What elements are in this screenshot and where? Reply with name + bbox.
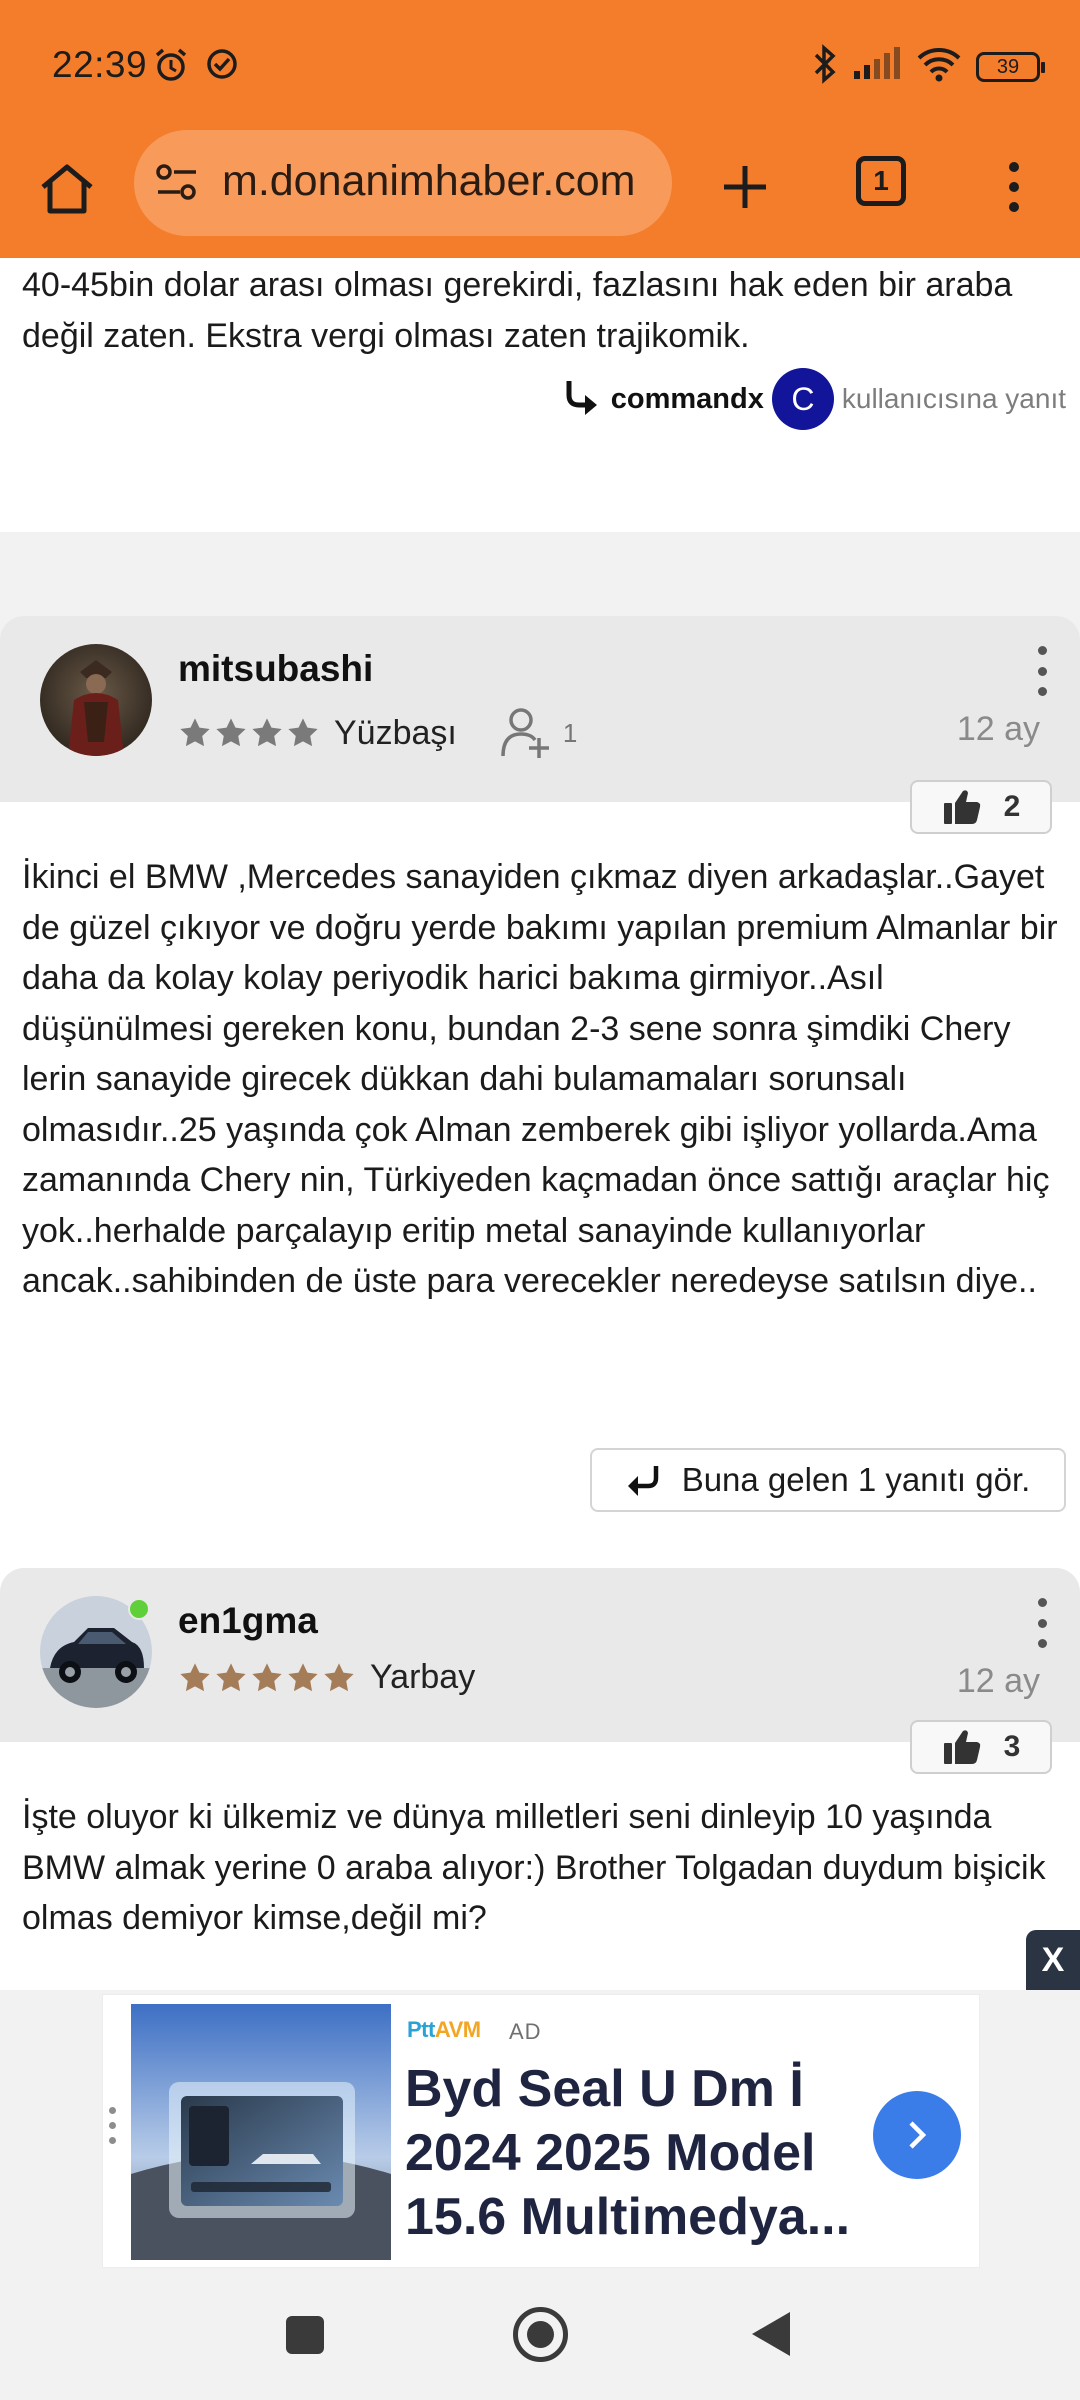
prev-post: 40-45bin dolar arası olması gerekirdi, f… xyxy=(0,258,1080,532)
user-rank: Yüzbaşı xyxy=(334,713,457,752)
ad-close-button[interactable]: X xyxy=(1026,1930,1080,1990)
post-more-button[interactable] xyxy=(1030,646,1054,696)
online-indicator xyxy=(128,1598,150,1620)
post-more-button[interactable] xyxy=(1030,1598,1054,1648)
bluetooth-icon xyxy=(812,44,838,89)
like-button[interactable]: 3 xyxy=(910,1720,1052,1774)
prev-post-text: 40-45bin dolar arası olması gerekirdi, f… xyxy=(22,266,1013,355)
url-bar[interactable]: m.donanimhaber.com xyxy=(134,130,672,236)
home-icon xyxy=(41,164,93,214)
star-icon xyxy=(324,1662,354,1691)
reply-arrow-icon xyxy=(627,1466,658,1496)
post-age: 12 ay xyxy=(956,1662,1040,1700)
star-icon xyxy=(180,1662,210,1691)
star-icon xyxy=(252,1662,282,1691)
post-text: İşte oluyor ki ülkemiz ve dünya milletle… xyxy=(22,1798,1046,1937)
signal-icon xyxy=(852,47,902,86)
post-header: en1gma Yarbay 12 ay xyxy=(0,1568,1080,1742)
add-user-icon xyxy=(501,708,549,758)
post-text: İkinci el BMW ,Mercedes sanayiden çıkmaz… xyxy=(22,858,1058,1300)
ad-brand: PttAVM xyxy=(407,2017,481,2042)
site-settings-icon[interactable] xyxy=(154,158,200,211)
follow-button[interactable]: 1 xyxy=(499,706,577,760)
follower-count: 1 xyxy=(562,717,578,748)
page-content: 40-45bin dolar arası olması gerekirdi, f… xyxy=(0,258,1080,1990)
post-header: mitsubashi Yüzbaşı 1 12 ay xyxy=(0,616,1080,802)
browser-toolbar: m.donanimhaber.com 1 xyxy=(0,130,1080,258)
system-nav-bar xyxy=(0,2268,1080,2400)
chevron-right-icon xyxy=(909,2121,927,2149)
home-icon[interactable] xyxy=(513,2307,568,2362)
like-count: 2 xyxy=(1003,790,1021,823)
tab-switcher-button[interactable]: 1 xyxy=(856,156,906,206)
star-icon xyxy=(288,1662,318,1691)
star-icon xyxy=(252,718,282,747)
like-count: 3 xyxy=(1003,1730,1021,1763)
reply-to-username[interactable]: commandx xyxy=(611,383,764,416)
ad-open-button[interactable] xyxy=(873,2091,961,2179)
browser-menu-button[interactable] xyxy=(996,152,1032,222)
check-circle-icon xyxy=(204,46,240,89)
star-icon xyxy=(180,718,210,747)
battery-icon: 39 xyxy=(976,51,1045,82)
ad-banner[interactable]: PttAVM AD Byd Seal U Dm İ 2024 2025 Mode… xyxy=(102,1994,980,2268)
post-username[interactable]: mitsubashi xyxy=(178,648,373,690)
user-rank: Yarbay xyxy=(370,1658,476,1696)
thumbs-up-icon xyxy=(943,1730,980,1764)
status-bar: 22:39 39 xyxy=(0,0,1080,130)
ad-title[interactable]: Byd Seal U Dm İ 2024 2025 Model 15.6 Mul… xyxy=(405,2057,865,2249)
post-username[interactable]: en1gma xyxy=(178,1600,318,1642)
rank-stars xyxy=(178,1662,356,1694)
ad-image[interactable] xyxy=(131,2004,391,2260)
avatar[interactable] xyxy=(40,644,152,756)
plus-icon xyxy=(724,166,766,208)
see-replies-button[interactable]: Buna gelen 1 yanıtı gör. xyxy=(590,1448,1066,1512)
wifi-icon xyxy=(916,46,962,87)
reply-to-label: kullanıcısına yanıt xyxy=(841,383,1066,414)
see-replies-label: Buna gelen 1 yanıtı gör. xyxy=(681,1461,1031,1498)
star-icon xyxy=(216,718,246,747)
like-button[interactable]: 2 xyxy=(910,780,1052,834)
reply-reference[interactable]: commandx C kullanıcısına yanıt xyxy=(559,368,1066,430)
new-tab-button[interactable] xyxy=(710,152,780,222)
rank-stars xyxy=(178,717,320,749)
ad-label: AD xyxy=(509,2019,542,2044)
reply-to-avatar[interactable]: C xyxy=(771,368,834,430)
url-text: m.donanimhaber.com xyxy=(222,157,636,205)
star-icon xyxy=(288,718,318,747)
status-time: 22:39 xyxy=(52,44,148,85)
reply-arrow-icon xyxy=(566,381,597,415)
recent-apps-icon[interactable] xyxy=(286,2316,324,2354)
post-body: 3 İşte oluyor ki ülkemiz ve dünya millet… xyxy=(0,1720,1080,1990)
ad-options-icon[interactable] xyxy=(109,2107,116,2144)
star-icon xyxy=(216,1662,246,1691)
thumbs-up-icon xyxy=(943,790,980,824)
alarm-icon xyxy=(152,46,190,89)
post-age: 12 ay xyxy=(956,710,1040,748)
back-icon[interactable] xyxy=(752,2312,790,2356)
home-button[interactable] xyxy=(32,154,102,224)
